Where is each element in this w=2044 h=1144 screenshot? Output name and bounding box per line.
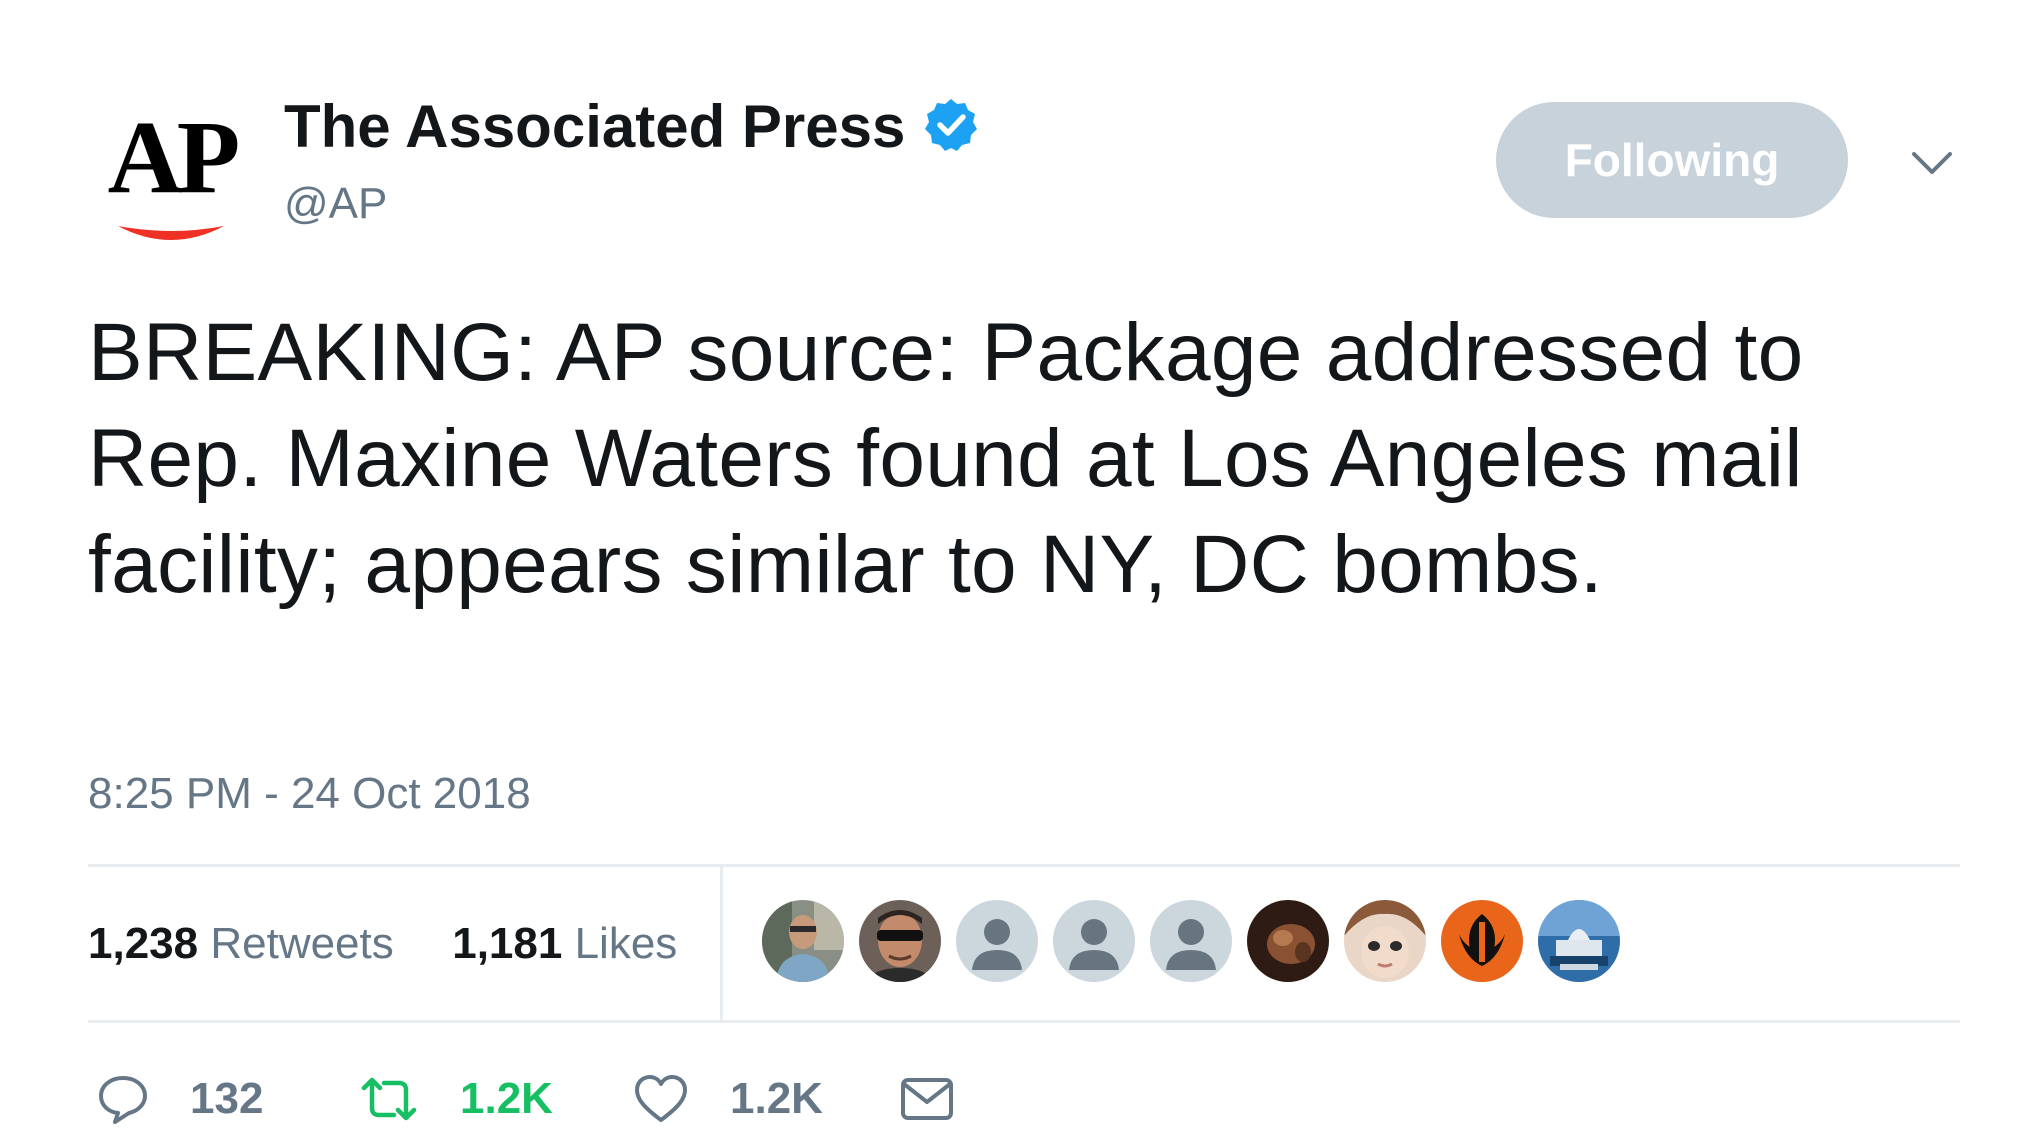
avatar[interactable] (1538, 900, 1620, 982)
retweet-action[interactable]: 1.2K (358, 1066, 553, 1132)
chevron-down-icon[interactable] (1908, 146, 1956, 178)
avatar[interactable] (1053, 900, 1135, 982)
retweets-label: Retweets (210, 919, 394, 968)
envelope-icon[interactable] (898, 1072, 956, 1126)
avatar[interactable] (1344, 900, 1426, 982)
tweet-timestamp[interactable]: 8:25 PM - 24 Oct 2018 (88, 768, 531, 820)
liker-avatars (762, 900, 1620, 982)
user-handle[interactable]: @AP (284, 178, 387, 230)
divider (88, 1020, 1960, 1023)
tweet-stats: 1,238 Retweets 1,181 Likes (88, 918, 677, 970)
retweet-icon[interactable] (358, 1072, 420, 1126)
verified-badge-icon (925, 99, 977, 151)
retweet-count: 1.2K (460, 1074, 553, 1123)
following-button[interactable]: Following (1496, 102, 1848, 218)
direct-message-action[interactable] (898, 1066, 956, 1132)
ap-logo-text: AP (107, 100, 241, 215)
avatar[interactable] (1247, 900, 1329, 982)
ap-logo[interactable]: AP (100, 100, 242, 248)
likes-count: 1,181 (452, 919, 563, 968)
reply-action[interactable]: 132 (96, 1066, 263, 1132)
likes-label: Likes (574, 919, 678, 968)
reply-icon[interactable] (96, 1072, 150, 1126)
avatar[interactable] (1441, 900, 1523, 982)
like-action[interactable]: 1.2K (632, 1066, 823, 1132)
like-count: 1.2K (730, 1074, 823, 1123)
avatar[interactable] (956, 900, 1038, 982)
avatar[interactable] (859, 900, 941, 982)
avatar[interactable] (762, 900, 844, 982)
retweets-stat[interactable]: 1,238 Retweets (88, 919, 406, 968)
avatar[interactable] (1150, 900, 1232, 982)
stats-divider (720, 866, 723, 1020)
retweets-count: 1,238 (88, 919, 199, 968)
heart-icon[interactable] (632, 1072, 690, 1126)
divider (88, 864, 1960, 867)
likes-stat[interactable]: 1,181 Likes (452, 919, 677, 968)
tweet-text: BREAKING: AP source: Package addressed t… (88, 307, 1804, 610)
display-name[interactable]: The Associated Press (284, 92, 905, 162)
reply-count: 132 (190, 1074, 264, 1123)
